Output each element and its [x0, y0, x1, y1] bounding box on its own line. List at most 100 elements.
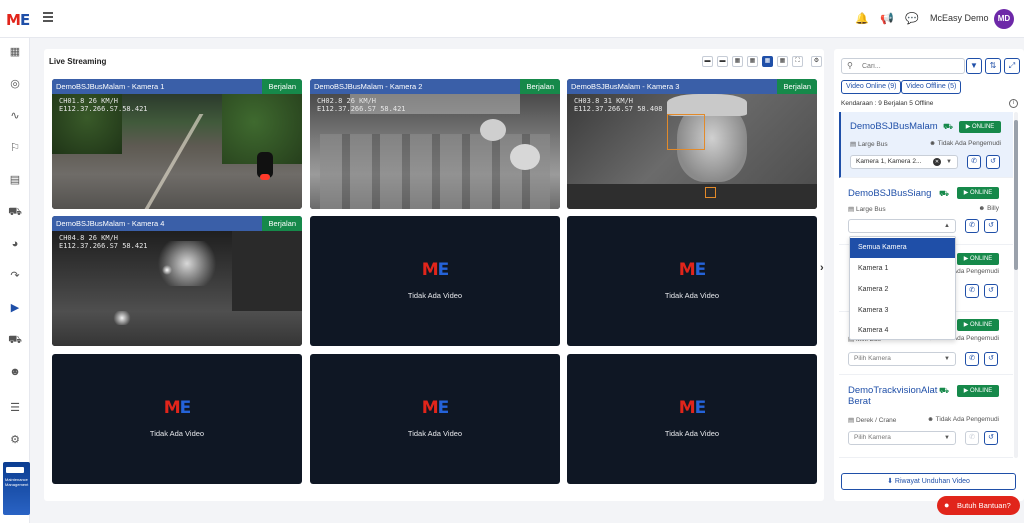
location-icon[interactable]: ◎: [7, 76, 23, 92]
call-button[interactable]: ✆: [965, 219, 979, 233]
video-tile-empty[interactable]: ME Tidak Ada Video: [567, 354, 817, 484]
layout-grid-button[interactable]: ▦: [777, 56, 788, 67]
vehicle-card[interactable]: DemoBSJBusMalam ⛟ ▶ ONLINE ▤ Large Bus ☻…: [839, 112, 1013, 178]
layout-1x2-button[interactable]: ▬: [717, 56, 728, 67]
layout-2x2-button[interactable]: ▦: [732, 56, 743, 67]
vehicle-name[interactable]: DemoBSJBusMalam: [850, 121, 938, 132]
history-button[interactable]: ↺: [984, 352, 998, 366]
brand-logo[interactable]: ME: [6, 11, 30, 29]
info-icon[interactable]: i: [1009, 99, 1018, 108]
history-button[interactable]: ↺: [986, 155, 1000, 169]
video-tile-empty[interactable]: ME Tidak Ada Video: [567, 216, 817, 346]
video-tile-empty[interactable]: ME Tidak Ada Video: [310, 216, 560, 346]
live-streaming-panel: Live Streaming ▬ ▬ ▦ ▦ ▦ ▦ ⛶ ⚙ DemoBSJBu…: [44, 49, 824, 501]
video-online-button[interactable]: Video Online (9): [841, 80, 902, 94]
promo-text: Maintenance Management: [5, 477, 29, 487]
settings-icon[interactable]: ⚙: [811, 56, 822, 67]
video-tile-empty[interactable]: ME Tidak Ada Video: [310, 354, 560, 484]
video-icon[interactable]: ▶: [7, 300, 23, 316]
megaphone-icon[interactable]: 📢: [880, 12, 894, 26]
video-tile-kamera-3[interactable]: DemoBSJBusMalam - Kamera 3 Berjalan CH03.…: [567, 79, 817, 209]
camera-option[interactable]: Kamera 2: [850, 280, 955, 300]
sort-icon[interactable]: ⇅: [985, 58, 1001, 74]
camera-select[interactable]: Pilih Kamera ▼: [848, 431, 956, 445]
no-video-text: Tidak Ada Video: [407, 429, 463, 438]
left-sidebar: ▦ ◎ ∿ ⚐ ▤ ⛟ ◕ ↷ ▶ ⛟ ☻ ☰ ⚙ Maintenance Ma…: [0, 38, 30, 523]
camera-select[interactable]: ▲: [848, 219, 956, 233]
chevron-down-icon[interactable]: ▼: [944, 353, 950, 365]
camera-select[interactable]: Pilih Kamera ▼: [848, 352, 956, 366]
driver-icon[interactable]: ☻: [7, 364, 23, 380]
camera-select[interactable]: Kamera 1, Kamera 2... ✕ ▼: [850, 155, 958, 169]
video-tile-kamera-4[interactable]: DemoBSJBusMalam - Kamera 4 Berjalan CH04.…: [52, 216, 302, 346]
truck-icon: ⛟: [943, 122, 954, 131]
collapse-icon[interactable]: ⤢: [1004, 58, 1020, 74]
download-history-button[interactable]: ⬇ Riwayat Unduhan Video: [841, 473, 1016, 490]
chevron-down-icon[interactable]: ▲: [944, 220, 950, 232]
layers-icon[interactable]: ☰: [7, 400, 23, 416]
alert-icon[interactable]: ⚐: [7, 140, 23, 156]
no-video-text: Tidak Ada Video: [149, 429, 205, 438]
filter-icon[interactable]: ▼: [966, 58, 982, 74]
help-button[interactable]: ● Butuh Bantuan?: [937, 496, 1020, 515]
vehicle-type: ▤ Derek / Crane: [848, 417, 897, 424]
camera-option[interactable]: Kamera 3: [850, 301, 955, 321]
call-button[interactable]: ✆: [967, 155, 981, 169]
promo-banner[interactable]: Maintenance Management: [3, 462, 30, 515]
settings-icon[interactable]: ⚙: [7, 432, 23, 448]
truck-icon: ⛟: [939, 189, 950, 198]
fullscreen-icon[interactable]: ⛶: [792, 56, 803, 67]
chat-icon[interactable]: 💬: [905, 12, 919, 26]
search-box: ⚲: [841, 58, 965, 74]
vehicle-name[interactable]: DemoBSJBusSiang: [848, 188, 931, 199]
camera-option[interactable]: Kamera 4: [850, 321, 955, 341]
scrollbar-thumb[interactable]: [1014, 120, 1018, 270]
fuel-icon[interactable]: ◕: [7, 236, 23, 252]
layout-3x3-button[interactable]: ▦: [762, 56, 773, 67]
user-name[interactable]: McEasy Demo: [930, 13, 989, 23]
no-video-text: Tidak Ada Video: [664, 429, 720, 438]
video-tile-kamera-2[interactable]: DemoBSJBusMalam - Kamera 2 Berjalan CH02.…: [310, 79, 560, 209]
history-button[interactable]: ↺: [984, 431, 998, 445]
video-tile-empty[interactable]: ME Tidak Ada Video: [52, 354, 302, 484]
search-input[interactable]: [862, 61, 960, 72]
truck-icon[interactable]: ⛟: [7, 204, 23, 220]
avatar[interactable]: MD: [994, 9, 1014, 29]
crane-icon: ▤: [848, 417, 856, 424]
brand-logo: ME: [678, 398, 707, 418]
history-button[interactable]: ↺: [984, 219, 998, 233]
chevron-right-icon[interactable]: ›: [820, 262, 824, 274]
status-badge: Berjalan: [777, 79, 817, 94]
call-button[interactable]: ✆: [965, 431, 979, 445]
camera-dropdown: Semua Kamera Kamera 1 Kamera 2 Kamera 3 …: [849, 236, 956, 340]
bell-icon[interactable]: 🔔: [855, 12, 869, 26]
clear-icon[interactable]: ✕: [933, 158, 941, 166]
call-button[interactable]: ✆: [965, 352, 979, 366]
vehicle-name[interactable]: DemoTrackvisionAlat Berat: [848, 385, 940, 407]
brand-logo: ME: [678, 260, 707, 280]
delivery-icon[interactable]: ⛟: [7, 332, 23, 348]
call-button[interactable]: ✆: [965, 284, 979, 298]
route-icon[interactable]: ↷: [7, 268, 23, 284]
user-icon: ☻: [929, 140, 938, 147]
dashboard-icon[interactable]: ▦: [7, 44, 23, 60]
hamburger-menu-icon[interactable]: [43, 12, 53, 22]
camera-option[interactable]: Semua Kamera: [850, 238, 955, 258]
layout-2x3-button[interactable]: ▦: [747, 56, 758, 67]
activity-icon[interactable]: ∿: [7, 108, 23, 124]
report-icon[interactable]: ▤: [7, 172, 23, 188]
layout-1x1-button[interactable]: ▬: [702, 56, 713, 67]
video-offline-button[interactable]: Video Offline (5): [901, 80, 962, 94]
chevron-down-icon[interactable]: ▼: [946, 156, 952, 168]
top-bar: ME 🔔 📢 💬 McEasy Demo MD: [0, 0, 1024, 38]
brand-logo: ME: [421, 260, 450, 280]
chevron-down-icon[interactable]: ▼: [944, 432, 950, 444]
promo-tag: [6, 467, 24, 473]
camera-option[interactable]: Kamera 1: [850, 259, 955, 279]
vehicle-card[interactable]: DemoTrackvisionAlat Berat ⛟ ▶ ONLINE ▤ D…: [839, 376, 1013, 458]
vehicle-list-scrollbar[interactable]: [1014, 112, 1018, 458]
history-button[interactable]: ↺: [984, 284, 998, 298]
page-title: Live Streaming: [49, 57, 107, 66]
vehicle-driver: ☻ Tidak Ada Pengemudi: [927, 416, 999, 423]
video-tile-kamera-1[interactable]: DemoBSJBusMalam - Kamera 1 Berjalan CH01.…: [52, 79, 302, 209]
